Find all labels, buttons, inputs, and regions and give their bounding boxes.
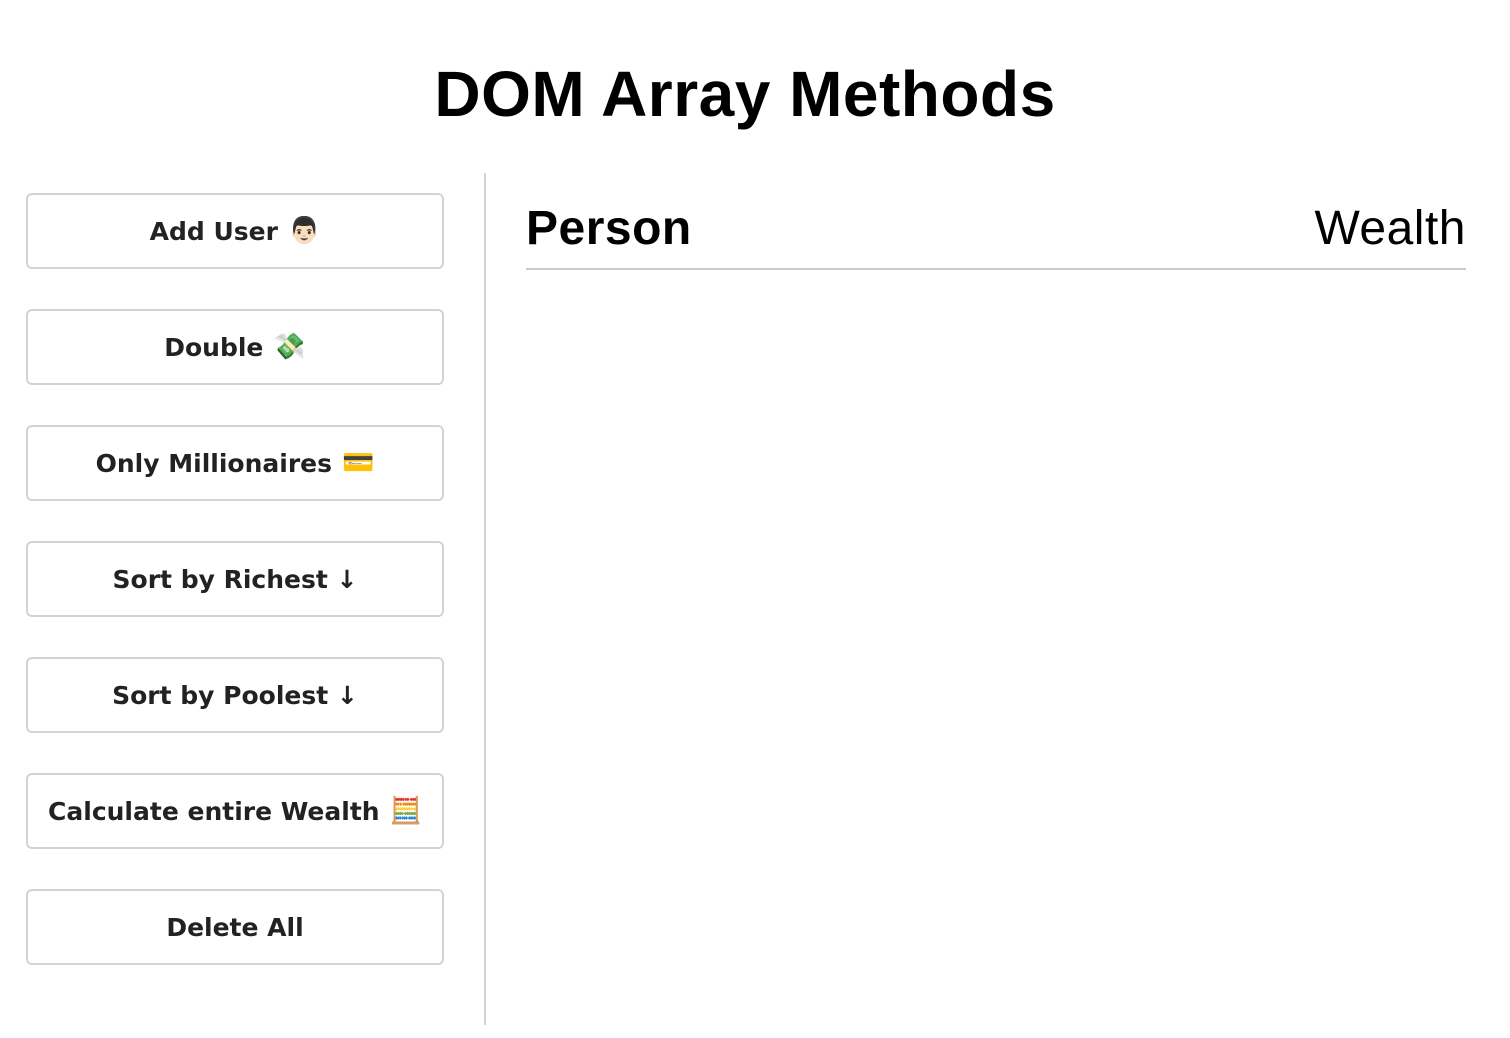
calculate-wealth-button[interactable]: Calculate entire Wealth 🧮 bbox=[26, 773, 444, 849]
credit-card-icon: 💳 bbox=[341, 448, 375, 478]
main-panel: Person Wealth bbox=[526, 188, 1466, 270]
sort-by-poolest-button[interactable]: Sort by Poolest ↓ bbox=[26, 657, 444, 733]
add-user-button[interactable]: Add User 👨🏻 bbox=[26, 193, 444, 269]
table-header: Person Wealth bbox=[526, 188, 1466, 270]
abacus-icon: 🧮 bbox=[389, 796, 422, 826]
sidebar: Add User 👨🏻 Double 💸 Only Millionaires 💳… bbox=[26, 193, 444, 1005]
vertical-divider bbox=[484, 173, 486, 1025]
person-column-header: Person bbox=[526, 201, 692, 255]
only-millionaires-label: Only Millionaires bbox=[95, 448, 332, 478]
wealth-column-header: Wealth bbox=[1314, 201, 1466, 255]
delete-all-button[interactable]: Delete All bbox=[26, 889, 444, 965]
money-with-wings-icon: 💸 bbox=[273, 332, 306, 362]
sort-by-poolest-label: Sort by Poolest ↓ bbox=[112, 680, 358, 710]
sort-by-richest-button[interactable]: Sort by Richest ↓ bbox=[26, 541, 444, 617]
sort-by-richest-label: Sort by Richest ↓ bbox=[112, 564, 358, 594]
delete-all-label: Delete All bbox=[166, 912, 304, 942]
man-icon: 👨🏻 bbox=[287, 216, 321, 246]
page-title: DOM Array Methods bbox=[434, 58, 1056, 130]
double-label: Double bbox=[164, 332, 264, 362]
calculate-wealth-label: Calculate entire Wealth bbox=[48, 796, 380, 826]
double-button[interactable]: Double 💸 bbox=[26, 309, 444, 385]
add-user-label: Add User bbox=[149, 216, 278, 246]
only-millionaires-button[interactable]: Only Millionaires 💳 bbox=[26, 425, 444, 501]
